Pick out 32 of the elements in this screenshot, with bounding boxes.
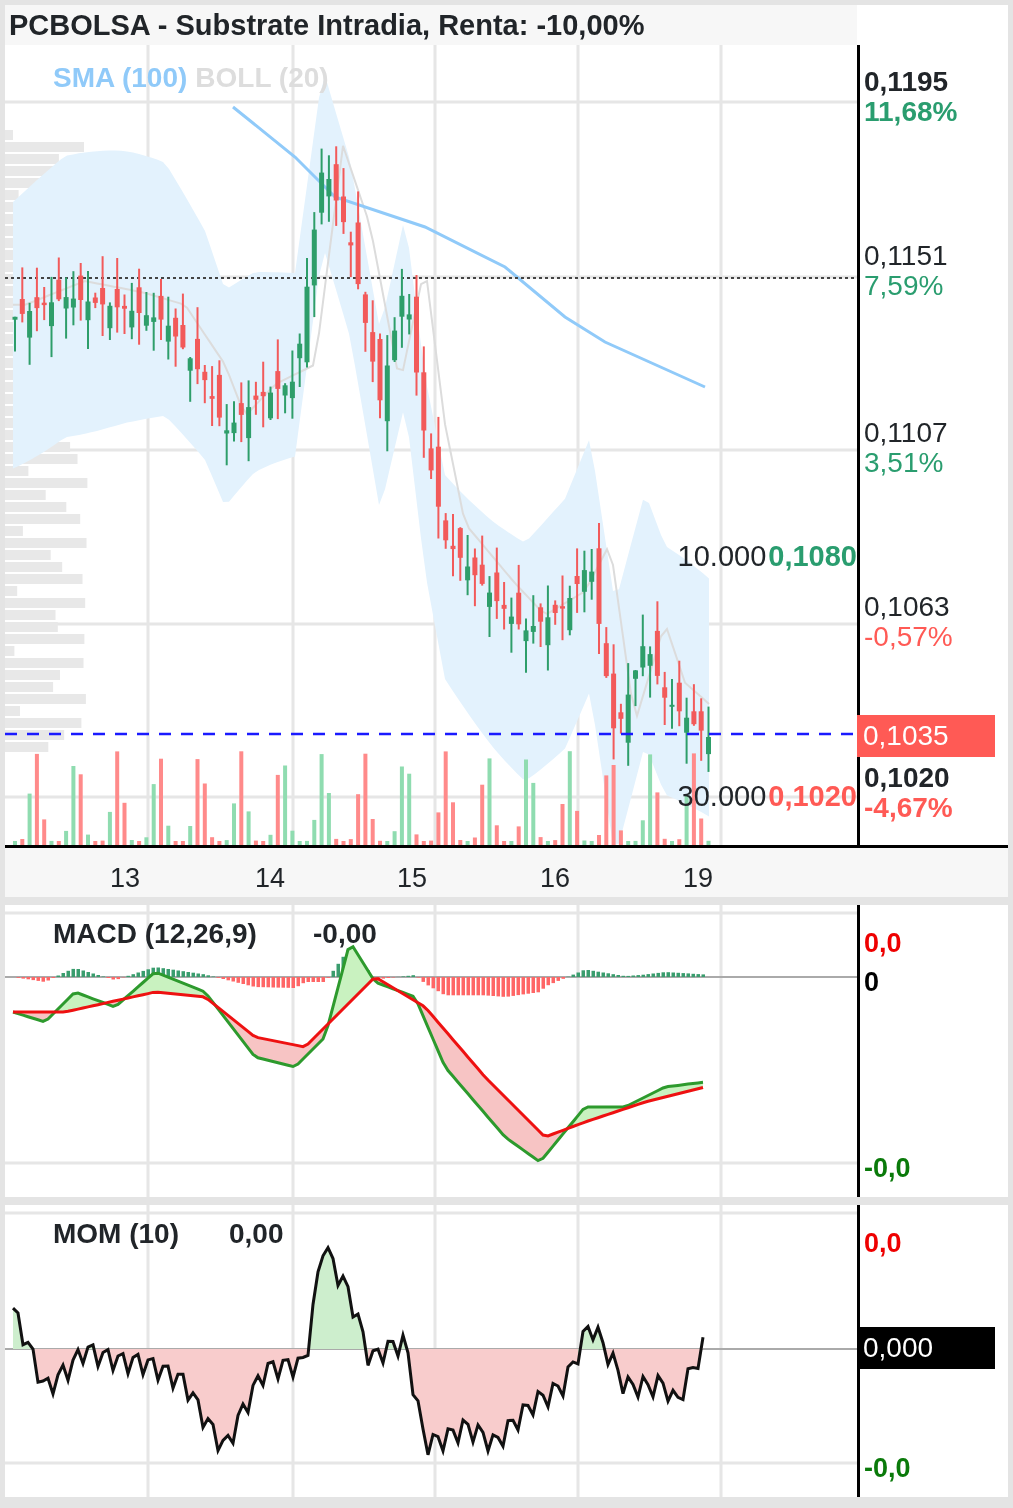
volume-label: 10.000 xyxy=(677,539,767,574)
axis-change-label: -4,67% xyxy=(864,793,953,823)
axis-price-label: 0,1020 xyxy=(864,763,951,793)
price-label: 0,1080 xyxy=(768,539,857,574)
legend-label: SMA (100) xyxy=(53,61,188,95)
axis-price-label: 0,1107 xyxy=(864,418,948,448)
volume-label: 30.000 xyxy=(677,779,767,814)
axis-label: 0,0 xyxy=(864,927,902,960)
price-label: 0,1020 xyxy=(768,779,857,814)
axis-price-label: 0,1063 xyxy=(864,592,951,622)
current-value-badge: 0,000 xyxy=(857,1327,995,1369)
x-axis-label: 19 xyxy=(683,862,713,895)
chart-title: PCBOLSA - Substrate Intradia, Renta: -10,00% xyxy=(5,5,857,45)
indicator-title: MACD (12,26,9) xyxy=(53,917,257,951)
axis-label: -0,0 xyxy=(864,1452,911,1485)
axis-change-label: -0,57% xyxy=(864,622,953,652)
current-price-badge: 0,1035 xyxy=(857,715,995,757)
axis-change-label: 3,51% xyxy=(864,448,945,478)
x-axis-label: 15 xyxy=(397,862,427,895)
indicator-title: MOM (10) xyxy=(53,1217,179,1251)
axis-label: 0 xyxy=(864,966,880,999)
x-axis-label: 14 xyxy=(255,862,285,895)
x-axis-label: 16 xyxy=(540,862,570,895)
axis-change-label: 7,59% xyxy=(864,271,945,301)
axis-price-label: 0,1195 xyxy=(864,67,950,97)
axis-label: -0,0 xyxy=(864,1152,911,1185)
axis-change-label: 11,68% xyxy=(864,97,958,127)
axis-label: 0,0 xyxy=(864,1227,902,1260)
x-axis-label: 13 xyxy=(110,862,140,895)
indicator-value: 0,00 xyxy=(229,1217,284,1251)
indicator-value: -0,00 xyxy=(313,917,377,951)
axis-price-label: 0,1151 xyxy=(864,241,948,271)
